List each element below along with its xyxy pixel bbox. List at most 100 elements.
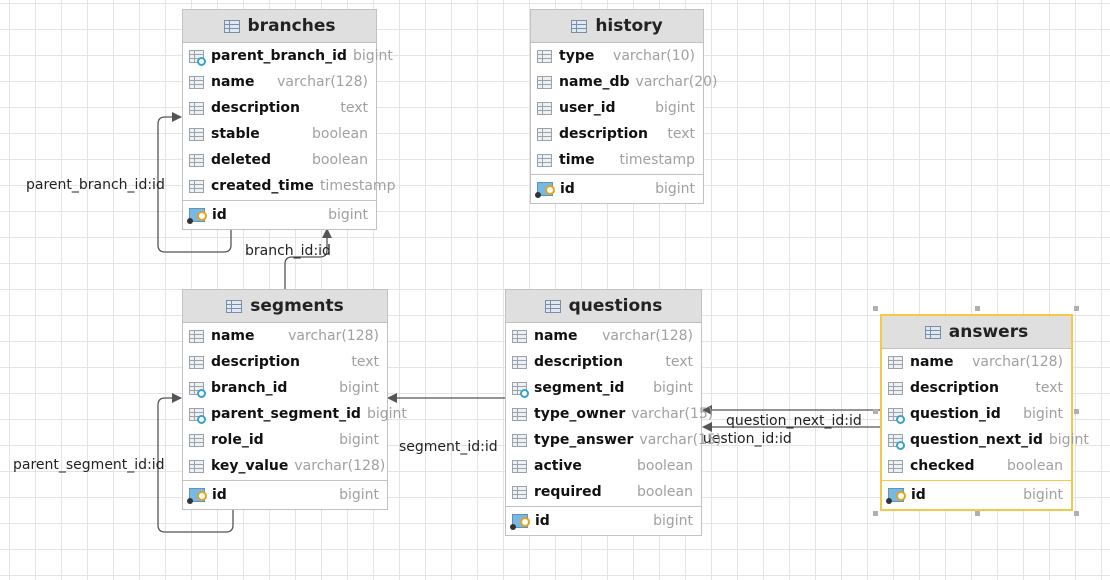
column-icon bbox=[189, 153, 204, 167]
column-name: time bbox=[559, 152, 595, 168]
column-type: timestamp bbox=[319, 178, 396, 194]
table-name: segments bbox=[250, 296, 344, 316]
primary-key-row[interactable]: id bigint bbox=[183, 201, 376, 229]
column-row[interactable]: question_id bigint bbox=[882, 401, 1071, 427]
column-icon bbox=[512, 355, 527, 369]
table-icon bbox=[924, 325, 941, 339]
column-row[interactable]: time timestamp bbox=[531, 147, 703, 173]
column-type: text bbox=[1035, 380, 1063, 396]
column-name: branch_id bbox=[211, 380, 288, 396]
column-row[interactable]: user_id bigint bbox=[531, 95, 703, 121]
table-icon bbox=[226, 299, 243, 313]
column-name: description bbox=[559, 126, 648, 142]
column-name: name bbox=[211, 328, 255, 344]
column-type: varchar(15) bbox=[631, 406, 714, 422]
column-row[interactable]: question_next_id bigint bbox=[882, 427, 1089, 453]
primary-key-row[interactable]: id bigint bbox=[531, 175, 703, 203]
column-name: type_answer bbox=[534, 432, 634, 448]
column-icon bbox=[189, 179, 204, 193]
column-type: bigint bbox=[1023, 406, 1063, 422]
selection-handle[interactable] bbox=[873, 409, 878, 414]
table-icon bbox=[544, 299, 561, 313]
table-header[interactable]: segments bbox=[183, 290, 387, 323]
column-type: bigint bbox=[1023, 487, 1063, 503]
table-icon bbox=[223, 19, 240, 33]
column-row[interactable]: created_time timestamp bbox=[183, 173, 395, 199]
column-type: varchar(128) bbox=[972, 354, 1063, 370]
column-type: bigint bbox=[655, 100, 695, 116]
table-segments[interactable]: segments name varchar(128) description tex… bbox=[182, 289, 407, 510]
column-icon bbox=[537, 49, 552, 63]
column-icon bbox=[512, 329, 527, 343]
table-header[interactable]: branches bbox=[183, 10, 376, 43]
selection-handle[interactable] bbox=[873, 511, 878, 516]
column-row[interactable]: description text bbox=[183, 349, 387, 375]
column-row[interactable]: name_db varchar(20) bbox=[531, 69, 718, 95]
table-icon bbox=[571, 19, 588, 33]
column-row[interactable]: stable boolean bbox=[183, 121, 376, 147]
table-branches[interactable]: branches parent_branch_id bigint name varc… bbox=[182, 9, 395, 230]
column-name: user_id bbox=[559, 100, 616, 116]
column-row[interactable]: description text bbox=[882, 375, 1071, 401]
column-row[interactable]: segment_id bigint bbox=[506, 375, 701, 401]
column-name: type_owner bbox=[534, 406, 626, 422]
primary-key-icon bbox=[187, 208, 207, 224]
selection-handle[interactable] bbox=[975, 511, 980, 516]
column-row[interactable]: type_answer varchar(15) bbox=[506, 427, 721, 453]
selection-handle[interactable] bbox=[1074, 306, 1079, 311]
column-row[interactable]: type_owner varchar(15) bbox=[506, 401, 713, 427]
relation-label-segment: segment_id:id bbox=[399, 439, 498, 455]
table-answers[interactable]: answers name varchar(128) description text… bbox=[880, 314, 1089, 511]
column-row[interactable]: name varchar(128) bbox=[183, 69, 376, 95]
table-header[interactable]: answers bbox=[882, 316, 1071, 349]
column-type: text bbox=[665, 354, 693, 370]
selection-handle[interactable] bbox=[1074, 511, 1079, 516]
column-row[interactable]: parent_branch_id bigint bbox=[183, 43, 393, 69]
primary-key-row[interactable]: id bigint bbox=[183, 481, 387, 509]
column-type: boolean bbox=[312, 152, 368, 168]
column-row[interactable]: name varchar(128) bbox=[506, 323, 701, 349]
column-row[interactable]: role_id bigint bbox=[183, 427, 387, 453]
column-type: varchar(128) bbox=[288, 328, 379, 344]
column-icon bbox=[537, 153, 552, 167]
column-name: description bbox=[910, 380, 999, 396]
selection-handle[interactable] bbox=[873, 306, 878, 311]
selection-handle[interactable] bbox=[1074, 409, 1079, 414]
primary-key-row[interactable]: id bigint bbox=[882, 481, 1071, 509]
column-row[interactable]: checked boolean bbox=[882, 453, 1071, 479]
table-name: answers bbox=[948, 322, 1029, 342]
column-row[interactable]: key_value varchar(128) bbox=[183, 453, 387, 479]
primary-key-row[interactable]: id bigint bbox=[506, 507, 701, 535]
table-questions[interactable]: questions name varchar(128) description te… bbox=[505, 289, 721, 536]
column-icon bbox=[189, 329, 204, 343]
column-row[interactable]: required boolean bbox=[506, 479, 701, 505]
link-branch bbox=[284, 228, 332, 289]
column-row[interactable]: description text bbox=[183, 95, 376, 121]
column-row[interactable]: deleted boolean bbox=[183, 147, 376, 173]
column-type: boolean bbox=[637, 484, 693, 500]
diagram-canvas[interactable]: parent_branch_id:id branch_id:id parent_… bbox=[0, 0, 1110, 580]
column-row[interactable]: active boolean bbox=[506, 453, 701, 479]
column-row[interactable]: description text bbox=[531, 121, 703, 147]
column-name: parent_segment_id bbox=[211, 406, 361, 422]
column-type: boolean bbox=[637, 458, 693, 474]
column-icon bbox=[189, 355, 204, 369]
table-header[interactable]: questions bbox=[506, 290, 701, 323]
column-row[interactable]: type varchar(10) bbox=[531, 43, 703, 69]
column-row[interactable]: name varchar(128) bbox=[882, 349, 1071, 375]
column-icon bbox=[537, 101, 552, 115]
column-name: id bbox=[560, 181, 575, 197]
column-type: boolean bbox=[1007, 458, 1063, 474]
column-type: text bbox=[667, 126, 695, 142]
column-row[interactable]: description text bbox=[506, 349, 701, 375]
column-row[interactable]: parent_segment_id bigint bbox=[183, 401, 407, 427]
column-name: role_id bbox=[211, 432, 264, 448]
column-name: id bbox=[535, 513, 550, 529]
relation-label-parent-segment: parent_segment_id:id bbox=[13, 457, 165, 473]
selection-handle[interactable] bbox=[975, 306, 980, 311]
table-header[interactable]: history bbox=[531, 10, 703, 43]
table-history[interactable]: history type varchar(10) name_db varchar(2… bbox=[530, 9, 718, 204]
column-row[interactable]: branch_id bigint bbox=[183, 375, 387, 401]
column-name: parent_branch_id bbox=[211, 48, 347, 64]
column-row[interactable]: name varchar(128) bbox=[183, 323, 387, 349]
